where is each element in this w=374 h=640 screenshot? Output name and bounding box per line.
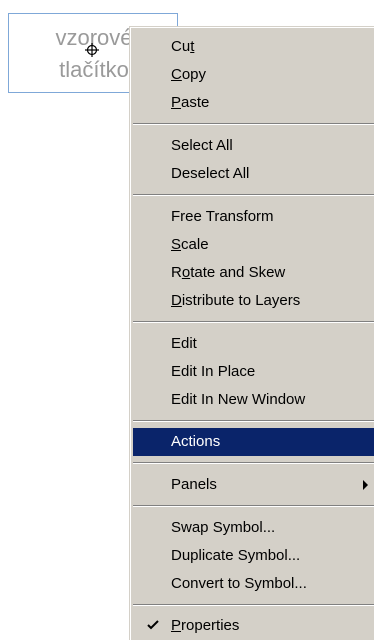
submenu-arrow-icon bbox=[363, 480, 368, 490]
stage: vzorové tlačítko Cut Copy Paste Select A… bbox=[0, 0, 374, 640]
menu-item-label: Select All bbox=[171, 137, 233, 154]
menu-item-label: Paste bbox=[171, 94, 210, 111]
menu-item-label: Cut bbox=[171, 38, 195, 55]
menu-item-label: Swap Symbol... bbox=[171, 519, 276, 536]
menu-item-duplicate-symbol[interactable]: Duplicate Symbol... bbox=[133, 542, 374, 570]
menu-item-cut[interactable]: Cut bbox=[133, 33, 374, 61]
menu-separator bbox=[133, 123, 374, 125]
menu-item-label: Convert to Symbol... bbox=[171, 575, 307, 592]
menu-item-swap-symbol[interactable]: Swap Symbol... bbox=[133, 514, 374, 542]
menu-separator bbox=[133, 462, 374, 464]
menu-item-label: Distribute to Layers bbox=[171, 292, 301, 309]
menu-separator bbox=[133, 604, 374, 606]
menu-item-label: Scale bbox=[171, 236, 209, 253]
menu-item-rotate-and-skew[interactable]: Rotate and Skew bbox=[133, 259, 374, 287]
menu-item-label: Rotate and Skew bbox=[171, 264, 286, 281]
menu-item-select-all[interactable]: Select All bbox=[133, 132, 374, 160]
menu-item-edit[interactable]: Edit bbox=[133, 330, 374, 358]
menu-item-label: Actions bbox=[171, 433, 221, 450]
menu-separator bbox=[133, 420, 374, 422]
menu-item-scale[interactable]: Scale bbox=[133, 231, 374, 259]
menu-item-edit-in-place[interactable]: Edit In Place bbox=[133, 358, 374, 386]
menu-item-convert-to-symbol[interactable]: Convert to Symbol... bbox=[133, 570, 374, 598]
menu-item-label: Free Transform bbox=[171, 208, 274, 225]
menu-item-actions[interactable]: Actions bbox=[133, 428, 374, 456]
menu-item-label: Edit bbox=[171, 335, 197, 352]
menu-item-panels[interactable]: Panels bbox=[133, 471, 374, 499]
menu-item-label: Edit In Place bbox=[171, 363, 256, 380]
menu-item-label: Duplicate Symbol... bbox=[171, 547, 301, 564]
menu-item-label: Deselect All bbox=[171, 165, 250, 182]
menu-item-label: Edit In New Window bbox=[171, 391, 306, 408]
menu-item-free-transform[interactable]: Free Transform bbox=[133, 203, 374, 231]
menu-item-deselect-all[interactable]: Deselect All bbox=[133, 160, 374, 188]
menu-separator bbox=[133, 194, 374, 196]
context-menu: Cut Copy Paste Select All Deselect All F… bbox=[129, 26, 374, 640]
checkmark-icon bbox=[147, 620, 159, 630]
menu-item-copy[interactable]: Copy bbox=[133, 61, 374, 89]
menu-item-edit-in-new-window[interactable]: Edit In New Window bbox=[133, 386, 374, 414]
menu-separator bbox=[133, 505, 374, 507]
menu-item-label: Properties bbox=[171, 617, 240, 634]
menu-item-label: Copy bbox=[171, 66, 207, 83]
menu-separator bbox=[133, 321, 374, 323]
move-crosshair-icon bbox=[85, 43, 99, 57]
menu-item-distribute-to-layers[interactable]: Distribute to Layers bbox=[133, 287, 374, 315]
menu-item-paste[interactable]: Paste bbox=[133, 89, 374, 117]
menu-item-label: Panels bbox=[171, 476, 217, 493]
menu-item-properties[interactable]: Properties bbox=[133, 612, 374, 640]
